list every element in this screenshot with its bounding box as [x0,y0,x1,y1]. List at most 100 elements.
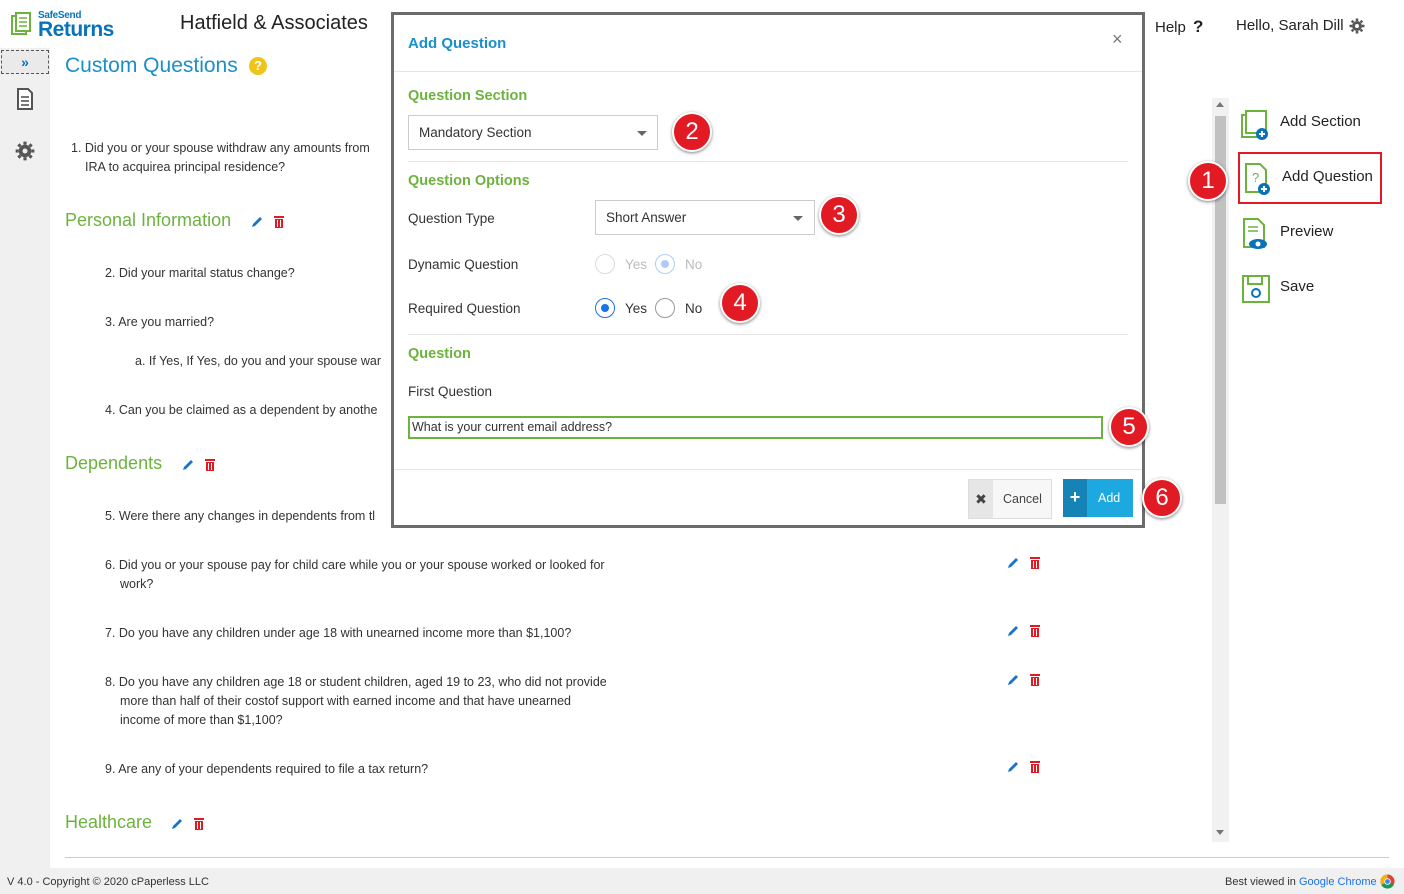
browser-note: Best viewed in Google Chrome [1225,876,1377,888]
edit-pencil-icon[interactable] [181,458,195,472]
close-icon[interactable]: × [1112,29,1123,50]
left-sidebar: » [0,48,50,868]
content-scrollbar[interactable] [1212,98,1229,842]
cancel-label: Cancel [1003,492,1042,506]
first-question-label: First Question [408,384,493,399]
close-x-icon: ✖ [969,480,993,518]
add-button[interactable]: + Add [1063,479,1133,517]
cancel-button[interactable]: ✖ Cancel [968,479,1052,519]
question-1-continued: IRA to acquirea principal residence? [85,160,286,174]
delete-trash-icon[interactable] [1029,673,1041,687]
question-4: 4. Can you be claimed as a dependent by … [105,403,378,417]
preview-icon [1243,218,1267,249]
preview-label: Preview [1280,223,1334,240]
help-label: Help [1155,19,1186,36]
preview-button[interactable]: Preview [1238,207,1382,259]
edit-pencil-icon[interactable] [250,215,264,229]
question-options-heading: Question Options [408,173,530,189]
chrome-link[interactable]: Google Chrome [1299,876,1377,888]
svg-text:?: ? [1252,170,1259,185]
required-no-label: No [685,301,703,316]
chrome-logo-icon [1380,874,1395,889]
modal-divider [394,71,1142,72]
edit-pencil-icon[interactable] [1006,556,1020,570]
delete-trash-icon[interactable] [273,215,285,229]
dynamic-question-label: Dynamic Question [408,257,519,272]
add-section-label: Add Section [1280,113,1361,130]
callout-5: 5 [1109,407,1149,447]
help-link[interactable]: Help ? [1155,17,1203,37]
gear-icon[interactable] [1349,18,1365,34]
question-7: 7. Do you have any children under age 18… [105,626,572,640]
edit-pencil-icon[interactable] [1006,673,1020,687]
expand-sidebar-button[interactable]: » [1,50,49,74]
copyright-text: V 4.0 - Copyright © 2020 cPaperless LLC [7,876,209,888]
modal-footer-divider [394,469,1142,470]
add-question-label: Add Question [1282,168,1373,185]
dynamic-no-radio[interactable] [655,254,675,274]
section-title-dependents: Dependents [65,453,163,473]
edit-pencil-icon[interactable] [170,817,184,831]
callout-4: 4 [720,283,760,323]
add-question-button[interactable]: ? Add Question [1238,152,1382,204]
logo-text-main: Returns [38,18,114,41]
question-9: 9. Are any of your dependents required t… [105,762,429,776]
content-divider [65,857,1389,858]
logo-icon [11,12,31,35]
settings-gear-icon[interactable] [15,141,35,161]
help-circle-icon[interactable]: ? [249,57,267,75]
required-no-radio[interactable] [655,298,675,318]
question-6: 6. Did you or your spouse pay for child … [105,558,605,572]
plus-icon: + [1063,479,1087,517]
question-type-label: Question Type [408,211,495,226]
delete-trash-icon[interactable] [204,458,216,472]
question-1: 1. Did you or your spouse withdraw any a… [71,141,370,155]
chevron-down-icon [793,216,803,221]
question-3a: a. If Yes, If Yes, do you and your spous… [135,354,382,368]
document-icon[interactable] [16,88,34,110]
question-5: 5. Were there any changes in dependents … [105,509,376,523]
save-label: Save [1280,278,1315,295]
required-question-label: Required Question [408,301,521,316]
greeting-text: Hello, Sarah Dill [1236,17,1344,34]
save-icon [1242,275,1270,303]
question-text-input[interactable]: What is your current email address? [408,416,1103,439]
edit-pencil-icon[interactable] [1006,760,1020,774]
footer: V 4.0 - Copyright © 2020 cPaperless LLC … [0,868,1404,894]
scroll-up-arrow-icon[interactable] [1216,102,1224,107]
add-label: Add [1098,491,1121,505]
delete-trash-icon[interactable] [1029,760,1041,774]
add-section-icon [1241,110,1268,140]
modal-divider [408,334,1128,335]
firm-name: Hatfield & Associates [180,12,368,34]
section-title-healthcare: Healthcare [65,812,153,832]
dynamic-no-label: No [685,257,703,272]
question-8-continued-2: income of more than $1,100? [120,713,283,727]
callout-1: 1 [1188,161,1228,201]
add-section-button[interactable]: Add Section [1238,97,1382,149]
save-button[interactable]: Save [1238,262,1382,314]
add-question-modal: Add Question × Question Section Mandator… [391,12,1145,528]
best-viewed-text: Best viewed in [1225,876,1299,888]
add-question-icon: ? [1245,163,1270,195]
question-heading: Question [408,346,471,362]
delete-trash-icon[interactable] [193,817,205,831]
callout-6: 6 [1142,478,1182,518]
delete-trash-icon[interactable] [1029,624,1041,638]
required-yes-radio[interactable] [595,298,615,318]
scroll-down-arrow-icon[interactable] [1216,830,1224,835]
user-menu[interactable]: Hello, Sarah Dill [1236,17,1365,34]
page-title: Custom Questions [65,54,238,77]
question-8-continued-1: more than half of their costof support w… [120,694,571,708]
modal-divider [408,161,1128,162]
required-yes-label: Yes [625,301,648,316]
edit-pencil-icon[interactable] [1006,624,1020,638]
delete-trash-icon[interactable] [1029,556,1041,570]
callout-2: 2 [672,112,712,152]
callout-3: 3 [819,195,859,235]
dynamic-yes-radio[interactable] [595,254,615,274]
question-section-heading: Question Section [408,88,528,104]
question-section-select[interactable]: Mandatory Section [408,115,658,150]
question-6-continued: work? [120,577,154,591]
question-type-select[interactable]: Short Answer [595,200,815,235]
